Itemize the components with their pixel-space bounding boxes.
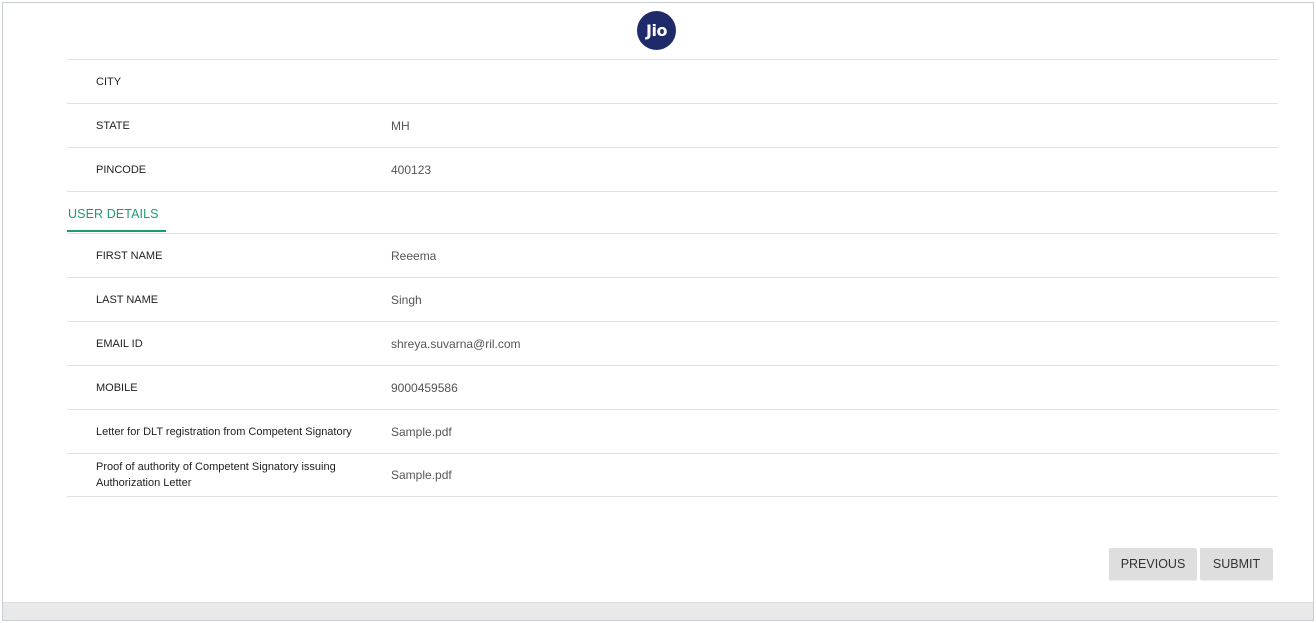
field-label: Letter for DLT registration from Compete…	[96, 425, 352, 438]
field-label: LAST NAME	[96, 293, 159, 306]
field-value: shreya.suvarna@ril.com	[391, 336, 521, 351]
field-value: MH	[391, 118, 410, 133]
detail-row-last-name: LAST NAME Singh	[67, 277, 1278, 321]
detail-row-dlt-letter: Letter for DLT registration from Compete…	[67, 409, 1278, 453]
previous-button[interactable]: PREVIOUS	[1109, 548, 1197, 580]
user-details-section-header: USER DETAILS	[67, 191, 1278, 233]
field-value: Singh	[391, 292, 422, 307]
section-title: USER DETAILS	[68, 207, 159, 221]
jio-logo-text: Jio	[646, 21, 667, 40]
field-label: MOBILE	[96, 381, 138, 394]
detail-row-email: EMAIL ID shreya.suvarna@ril.com	[67, 321, 1278, 365]
section-title-underline	[67, 230, 166, 232]
field-value: 9000459586	[391, 380, 458, 395]
detail-row-city: CITY	[67, 59, 1278, 103]
detail-row-first-name: FIRST NAME Reeema	[67, 233, 1278, 277]
field-label: Proof of authority of Competent Signator…	[96, 461, 336, 489]
footer-strip	[3, 602, 1313, 620]
field-value: 400123	[391, 162, 432, 177]
detail-row-state: STATE MH	[67, 103, 1278, 147]
details-container: CITY STATE MH PINCODE 400123 USER DETAIL…	[67, 59, 1278, 497]
detail-row-authority-proof: Proof of authority of Competent Signator…	[67, 453, 1278, 497]
jio-logo: Jio	[637, 11, 676, 50]
field-label: STATE	[96, 119, 130, 132]
field-value: Reeema	[391, 248, 437, 263]
page-frame: Jio CITY STATE MH PINCODE 400123 USER DE…	[2, 2, 1314, 621]
detail-row-mobile: MOBILE 9000459586	[67, 365, 1278, 409]
field-label: PINCODE	[96, 163, 147, 176]
attachment-link[interactable]: Sample.pdf	[391, 425, 452, 439]
field-label: FIRST NAME	[96, 249, 163, 262]
field-label: EMAIL ID	[96, 337, 143, 350]
field-label: CITY	[96, 75, 122, 88]
attachment-link[interactable]: Sample.pdf	[391, 468, 452, 482]
submit-button[interactable]: SUBMIT	[1200, 548, 1273, 580]
detail-row-pincode: PINCODE 400123	[67, 147, 1278, 191]
